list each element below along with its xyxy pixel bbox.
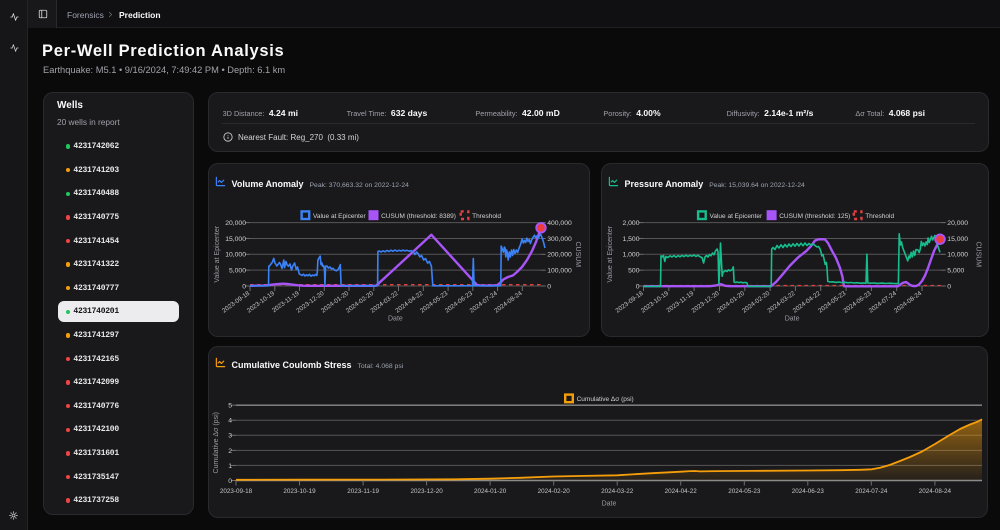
svg-text:0: 0 xyxy=(228,477,232,484)
svg-text:CUSUM: CUSUM xyxy=(574,241,581,267)
svg-text:0: 0 xyxy=(636,283,640,290)
svg-text:Date: Date xyxy=(785,316,800,323)
svg-text:2023-12-20: 2023-12-20 xyxy=(410,488,443,495)
svg-text:2023-10-19: 2023-10-19 xyxy=(640,290,671,315)
svg-text:2024-08-24: 2024-08-24 xyxy=(893,290,924,315)
svg-text:5,000: 5,000 xyxy=(947,268,964,275)
svg-text:CUSUM: CUSUM xyxy=(974,241,981,267)
svg-text:CUSUM (threshold: 8389): CUSUM (threshold: 8389) xyxy=(381,213,456,220)
svg-text:2024-02-20: 2024-02-20 xyxy=(538,488,571,495)
svg-text:Cumulative Δσ (psi): Cumulative Δσ (psi) xyxy=(577,396,634,403)
svg-text:1,000: 1,000 xyxy=(622,252,639,259)
svg-text:2024-03-22: 2024-03-22 xyxy=(601,488,634,495)
svg-text:3: 3 xyxy=(228,432,232,439)
svg-text:2024-01-20: 2024-01-20 xyxy=(474,488,507,495)
svg-text:4: 4 xyxy=(228,417,232,424)
svg-text:0: 0 xyxy=(947,283,951,290)
svg-text:CUSUM (threshold: 125): CUSUM (threshold: 125) xyxy=(779,213,850,220)
svg-text:15,000: 15,000 xyxy=(947,236,968,243)
svg-text:200,000: 200,000 xyxy=(547,252,572,259)
svg-text:Date: Date xyxy=(602,500,617,507)
svg-text:2024-05-23: 2024-05-23 xyxy=(728,488,761,495)
svg-text:0: 0 xyxy=(547,283,551,290)
svg-text:500: 500 xyxy=(628,268,640,275)
svg-text:5,000: 5,000 xyxy=(229,268,246,275)
svg-text:2023-09-18: 2023-09-18 xyxy=(220,488,253,495)
svg-text:2023-10-19: 2023-10-19 xyxy=(283,488,316,495)
svg-text:100,000: 100,000 xyxy=(547,268,572,275)
svg-text:10,000: 10,000 xyxy=(225,252,246,259)
svg-text:1,500: 1,500 xyxy=(622,236,639,243)
svg-text:0: 0 xyxy=(242,283,246,290)
svg-text:20,000: 20,000 xyxy=(947,220,968,227)
svg-text:Value at Epicenter: Value at Epicenter xyxy=(313,213,366,220)
svg-text:400,000: 400,000 xyxy=(547,220,572,227)
svg-text:20,000: 20,000 xyxy=(225,220,246,227)
svg-text:10,000: 10,000 xyxy=(947,252,968,259)
svg-text:2024-04-22: 2024-04-22 xyxy=(665,488,698,495)
svg-text:Cumulative Δσ (psi): Cumulative Δσ (psi) xyxy=(213,412,220,474)
svg-text:2024-06-23: 2024-06-23 xyxy=(792,488,825,495)
svg-text:Value at Epicenter: Value at Epicenter xyxy=(710,213,763,220)
svg-text:5: 5 xyxy=(228,402,232,409)
svg-text:2024-07-24: 2024-07-24 xyxy=(855,488,888,495)
svg-text:2: 2 xyxy=(228,447,232,454)
svg-text:Value at Epicenter: Value at Epicenter xyxy=(607,225,614,282)
svg-text:Threshold: Threshold xyxy=(865,213,894,220)
svg-text:Value at Epicenter: Value at Epicenter xyxy=(214,225,221,282)
svg-text:2024-08-24: 2024-08-24 xyxy=(919,488,952,495)
svg-text:2024-08-24: 2024-08-24 xyxy=(493,290,524,315)
svg-text:300,000: 300,000 xyxy=(547,236,572,243)
svg-text:Date: Date xyxy=(388,316,403,323)
svg-text:2,000: 2,000 xyxy=(622,220,639,227)
svg-text:1: 1 xyxy=(228,462,232,469)
svg-text:2023-11-19: 2023-11-19 xyxy=(347,488,379,495)
svg-text:15,000: 15,000 xyxy=(225,236,246,243)
svg-text:Threshold: Threshold xyxy=(472,213,501,220)
